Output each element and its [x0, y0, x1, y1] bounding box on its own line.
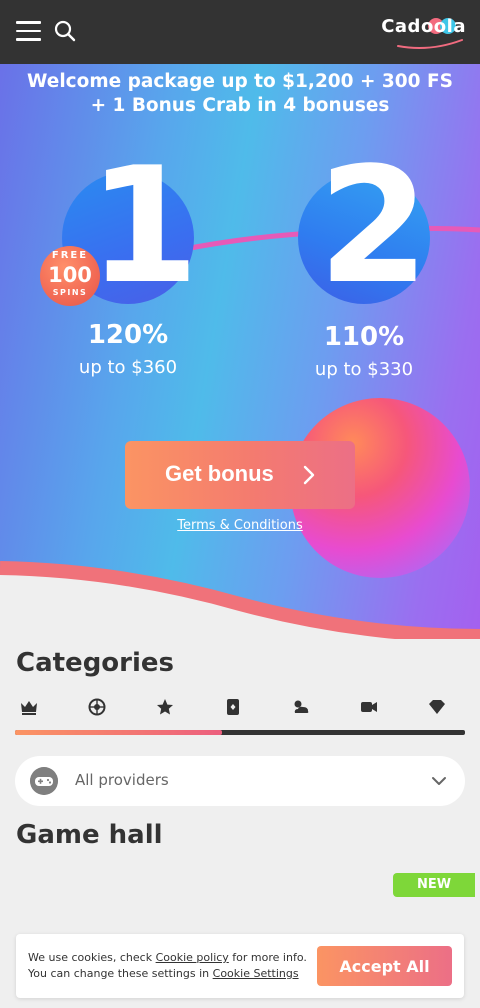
- weather-icon[interactable]: [291, 697, 311, 717]
- cookie-settings-link[interactable]: Cookie Settings: [213, 967, 299, 980]
- accept-all-button[interactable]: Accept All: [317, 946, 452, 986]
- providers-dropdown[interactable]: All providers: [15, 756, 465, 806]
- free-spins-bottom: SPINS: [52, 288, 88, 297]
- free-spins-count: 100: [48, 263, 92, 287]
- terms-link[interactable]: Terms & Conditions: [0, 518, 480, 533]
- categories-scroll-thumb[interactable]: [15, 730, 222, 735]
- menu-icon[interactable]: [16, 21, 41, 41]
- free-spins-badge: FREE 100 SPINS: [40, 246, 100, 306]
- chevron-down-icon: [432, 777, 446, 785]
- logo-text: Cadoola: [381, 16, 466, 37]
- get-bonus-label: Get bonus: [165, 461, 274, 486]
- bonus-two-percent: 110%: [323, 322, 405, 352]
- cookie-text-prefix: We use cookies, check: [28, 951, 156, 964]
- logo-swoosh-icon: [397, 39, 463, 49]
- game-hall-title: Game hall: [16, 820, 163, 850]
- welcome-banner: Welcome package up to $1,200 + 300 FS + …: [0, 64, 480, 639]
- camera-icon[interactable]: [359, 697, 379, 717]
- bonus-two-limit: up to $330: [314, 359, 414, 380]
- top-header: Cadoola: [0, 0, 480, 64]
- logo[interactable]: Cadoola: [381, 14, 466, 54]
- bonus-one-limit: up to $360: [78, 357, 178, 378]
- free-spins-top: FREE: [51, 250, 89, 261]
- categories-scroll-track[interactable]: [15, 730, 465, 735]
- star-icon[interactable]: [155, 697, 175, 717]
- gamepad-icon: [30, 767, 58, 795]
- get-bonus-button[interactable]: Get bonus: [125, 441, 355, 509]
- diamond-icon[interactable]: [427, 697, 447, 717]
- bonus-one-number: 1: [88, 132, 200, 319]
- crown-icon[interactable]: [19, 697, 39, 717]
- cookie-banner: We use cookies, check Cookie policy for …: [16, 934, 464, 998]
- cookie-policy-link[interactable]: Cookie policy: [156, 951, 229, 964]
- card-icon[interactable]: [223, 697, 243, 717]
- providers-label: All providers: [75, 771, 169, 789]
- chevron-right-icon: [303, 465, 315, 485]
- cookie-text: We use cookies, check Cookie policy for …: [28, 950, 318, 982]
- search-icon[interactable]: [54, 20, 76, 42]
- categories-title: Categories: [16, 648, 175, 678]
- new-badge: NEW: [393, 873, 475, 897]
- cookie-text-suffix: for more info.: [228, 951, 307, 964]
- roulette-icon[interactable]: [87, 697, 107, 717]
- bonus-two-number: 2: [318, 132, 430, 319]
- bonus-one-percent: 120%: [87, 320, 169, 350]
- banner-title: Welcome package up to $1,200 + 300 FS + …: [27, 71, 453, 116]
- cookie-settings-prefix: You can change these settings in: [28, 967, 213, 980]
